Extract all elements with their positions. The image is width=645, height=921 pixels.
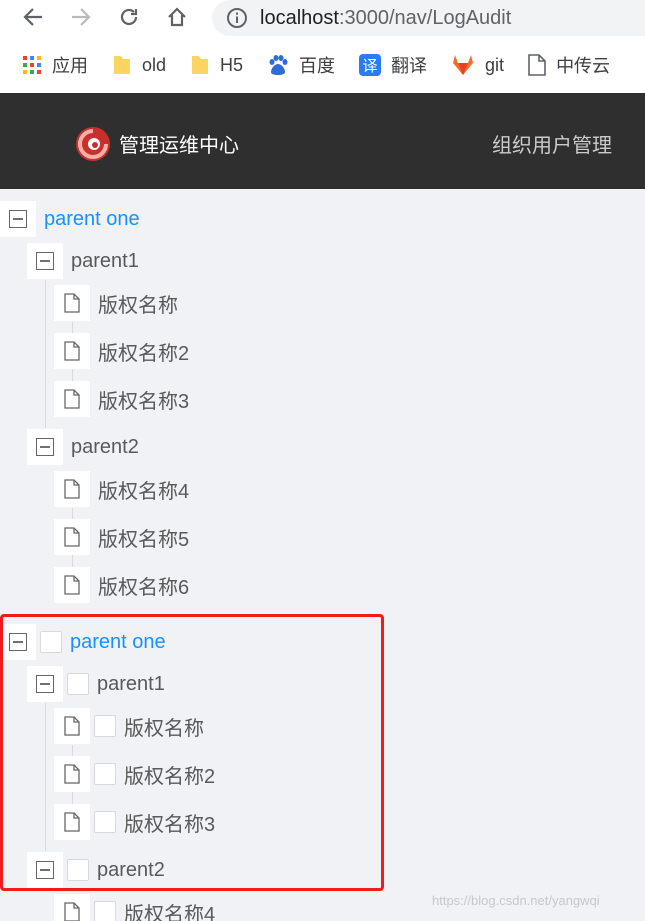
back-arrow-icon — [23, 8, 42, 26]
reload-button[interactable] — [114, 2, 144, 32]
tree-node-title[interactable]: parent one — [44, 208, 140, 231]
tree-leaf: 版权名称3 — [54, 381, 189, 417]
forward-arrow-icon — [72, 8, 91, 26]
bookmark-translate[interactable]: 译 翻译 — [359, 52, 427, 78]
folder-icon — [114, 56, 130, 74]
tree-leaf: 版权名称6 — [54, 567, 189, 603]
red-swirl-logo-icon — [76, 127, 110, 161]
address-bar[interactable]: localhost:3000/nav/LogAudit — [212, 0, 645, 36]
file-icon — [64, 293, 80, 313]
bookmark-zhongchuan[interactable]: 中传云 — [528, 52, 610, 78]
tree-node-title[interactable]: 版权名称4 — [124, 898, 215, 921]
forward-button[interactable] — [66, 2, 96, 32]
watermark: https://blog.csdn.net/yangwqi — [432, 893, 600, 908]
file-icon — [64, 341, 80, 361]
back-button[interactable] — [18, 2, 48, 32]
file-icon — [64, 389, 80, 409]
home-button[interactable] — [162, 2, 192, 32]
page-icon — [528, 54, 546, 76]
file-icon — [64, 479, 80, 499]
bookmarks-bar: 应用 old H5 百度 译 翻译 git 中传云 — [0, 46, 645, 84]
minus-square-icon — [36, 438, 54, 456]
home-icon — [168, 7, 186, 27]
tree-guide-line — [45, 280, 46, 428]
minus-square-icon — [36, 252, 54, 270]
address-path: :3000/nav/LogAudit — [338, 6, 512, 29]
tree-node-parent1: parent1 — [27, 243, 139, 279]
bookmark-label: git — [485, 54, 505, 75]
leaf-switcher — [54, 285, 90, 321]
node-checkbox[interactable] — [94, 901, 116, 921]
file-icon — [64, 575, 80, 595]
folder-icon — [192, 56, 209, 74]
bookmark-label: 百度 — [299, 56, 336, 76]
tree-node-parent2: parent2 — [27, 429, 139, 465]
translate-icon: 译 — [359, 54, 382, 76]
tree-node-title[interactable]: parent2 — [71, 436, 139, 459]
translate-glyph: 译 — [363, 57, 378, 75]
bookmark-baidu[interactable]: 百度 — [267, 52, 335, 78]
leaf-switcher — [54, 381, 90, 417]
tree-leaf: 版权名称 — [54, 285, 178, 321]
address-host: localhost — [260, 6, 339, 29]
bookmark-git[interactable]: git — [451, 54, 504, 76]
bookmark-label: old — [142, 54, 167, 75]
collapse-toggle[interactable] — [0, 201, 36, 237]
tree-leaf: 版权名称4 — [54, 894, 215, 921]
bookmark-label: H5 — [220, 54, 244, 75]
tree-node-title[interactable]: 版权名称5 — [98, 523, 189, 552]
apps-grid-icon — [23, 56, 41, 74]
bookmark-h5[interactable]: H5 — [190, 54, 243, 76]
leaf-switcher — [54, 567, 90, 603]
brand-title: 管理运维中心 — [119, 135, 239, 157]
bookmark-label: 翻译 — [391, 56, 428, 76]
leaf-switcher — [54, 333, 90, 369]
tree-node-title[interactable]: 版权名称 — [98, 289, 178, 318]
tree-leaf: 版权名称2 — [54, 333, 189, 369]
file-icon — [64, 527, 80, 547]
nav-org-user-management[interactable]: 组织用户管理 — [492, 129, 612, 158]
tree-node-title[interactable]: 版权名称3 — [98, 385, 189, 414]
leaf-switcher — [54, 471, 90, 507]
bookmark-old[interactable]: old — [112, 54, 166, 76]
baidu-paw-icon — [269, 55, 288, 75]
gitlab-fox-icon — [453, 55, 474, 75]
tree-node-title[interactable]: 版权名称6 — [98, 571, 189, 600]
red-highlight-box — [0, 614, 384, 891]
info-icon[interactable] — [226, 7, 248, 29]
collapse-toggle[interactable] — [27, 429, 63, 465]
tree-leaf: 版权名称4 — [54, 471, 189, 507]
tree-leaf: 版权名称5 — [54, 519, 189, 555]
bookmark-apps[interactable]: 应用 — [22, 52, 88, 78]
leaf-switcher — [54, 519, 90, 555]
leaf-switcher — [54, 894, 90, 921]
collapse-toggle[interactable] — [27, 243, 63, 279]
reload-icon — [120, 8, 138, 26]
bookmark-label: 应用 — [52, 56, 88, 76]
file-icon — [64, 902, 80, 921]
bookmark-label: 中传云 — [556, 56, 611, 76]
tree-node-root: parent one — [0, 201, 140, 237]
tree-node-title[interactable]: 版权名称4 — [98, 475, 189, 504]
browser-toolbar: localhost:3000/nav/LogAudit 应用 old H5 百… — [0, 0, 645, 93]
tree-node-title[interactable]: parent1 — [71, 250, 139, 273]
tree-node-title[interactable]: 版权名称2 — [98, 337, 189, 366]
minus-square-icon — [9, 210, 27, 228]
